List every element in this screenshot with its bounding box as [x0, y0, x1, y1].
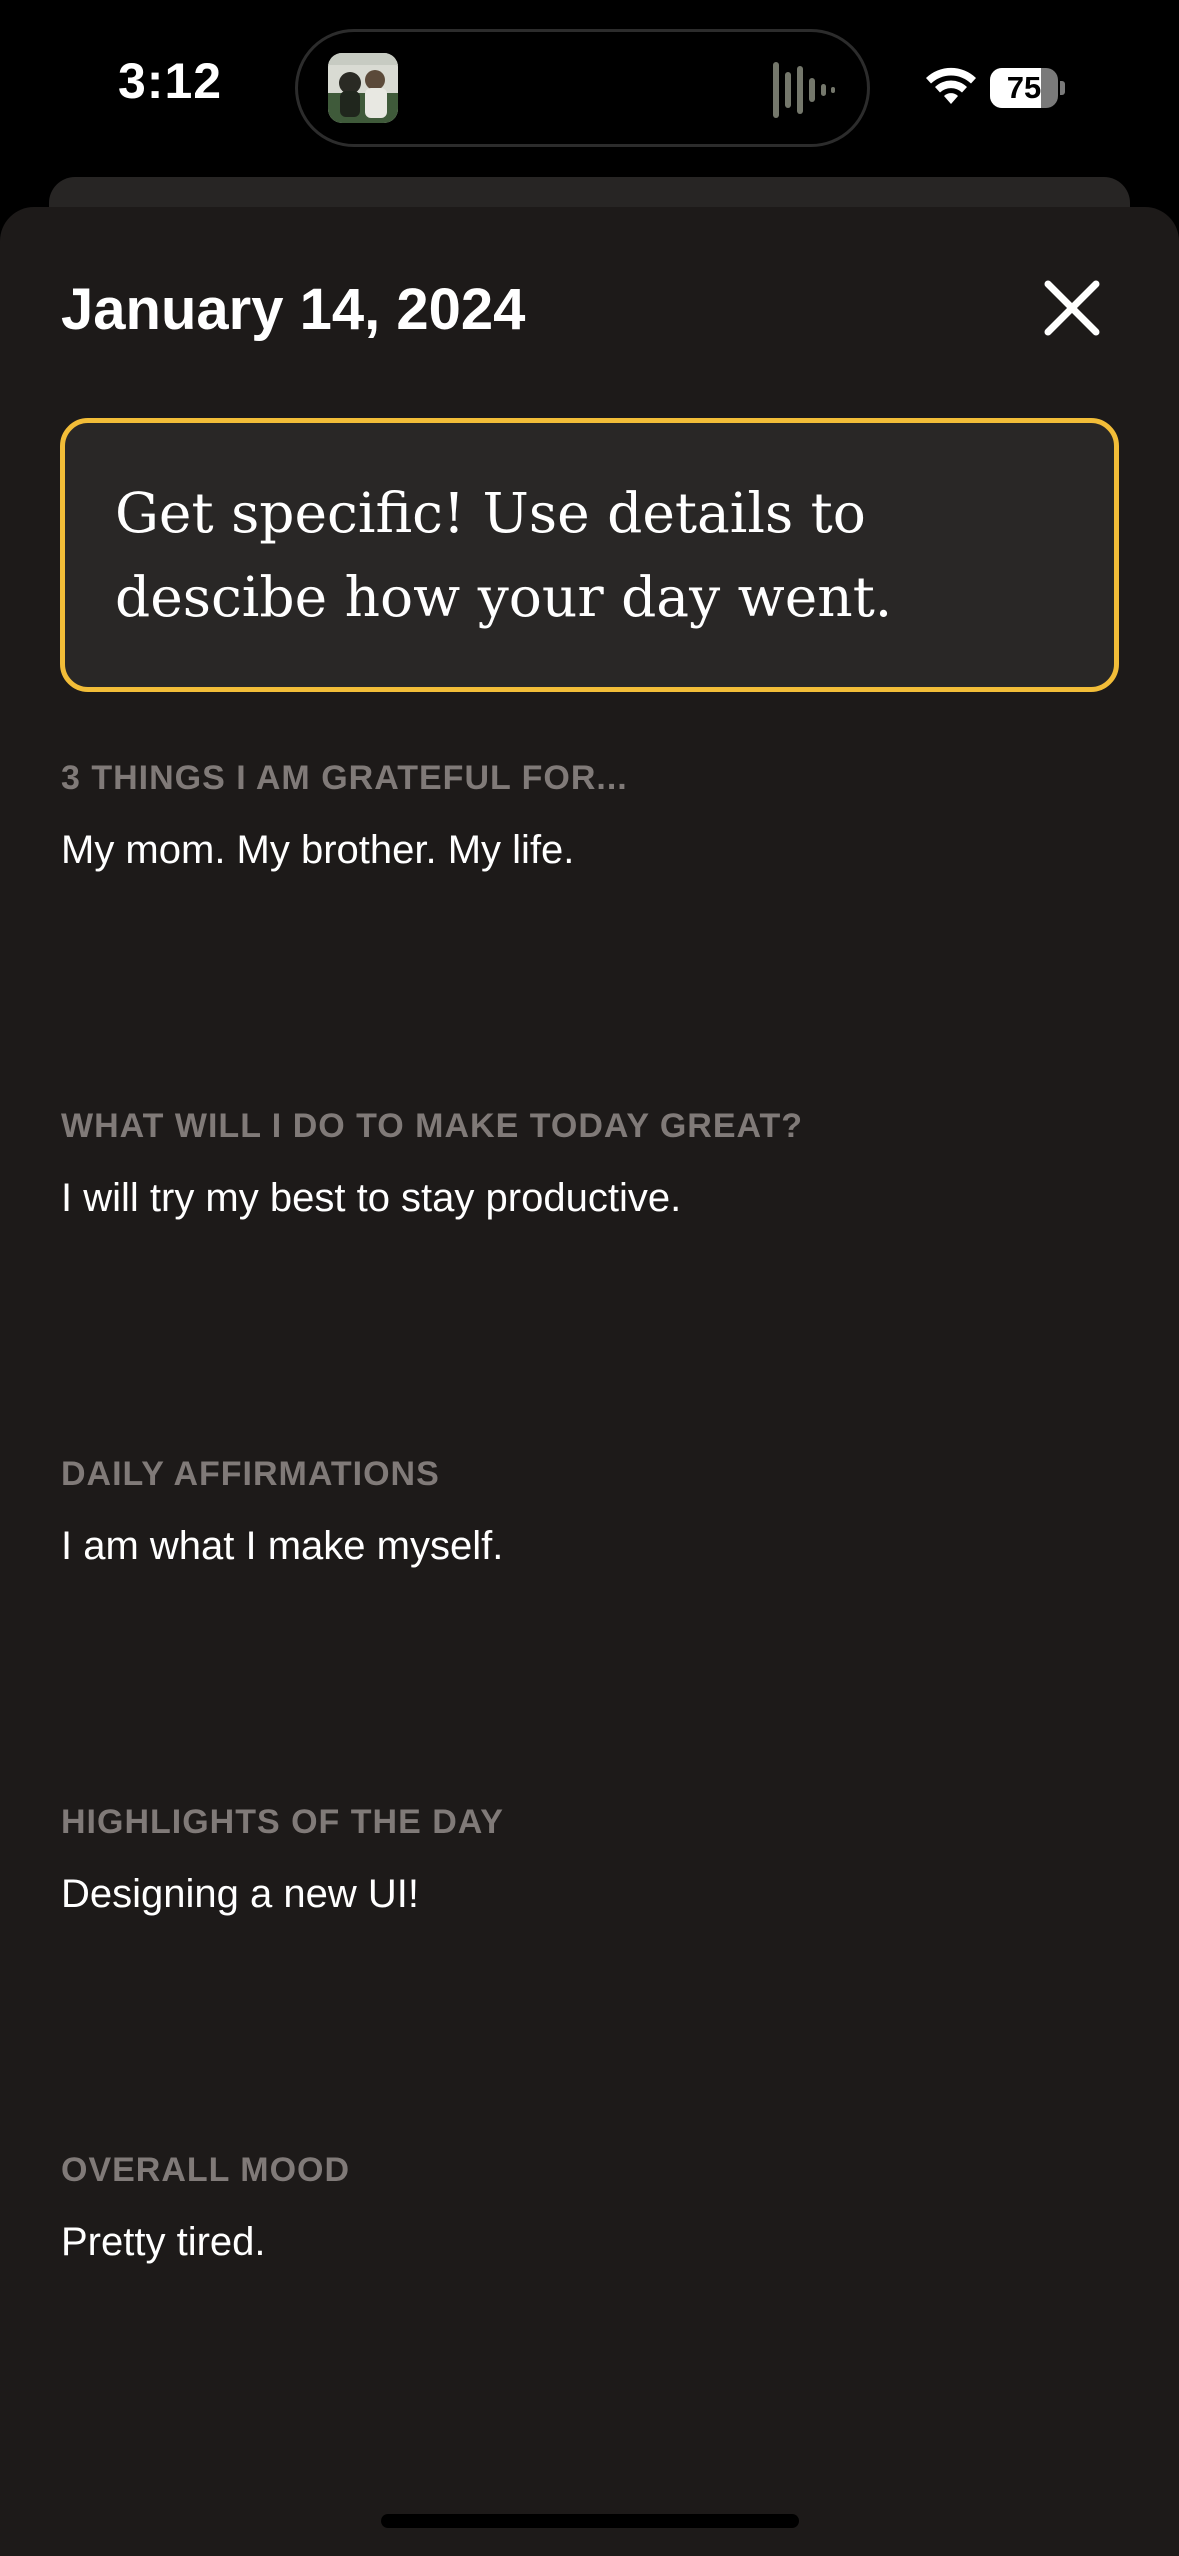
section-highlights[interactable]: HIGHLIGHTS OF THE DAY Designing a new UI… — [61, 1802, 1121, 1918]
section-answer[interactable]: My mom. My brother. My life. — [61, 826, 1121, 874]
section-answer[interactable]: Pretty tired. — [61, 2218, 1121, 2266]
section-grateful[interactable]: 3 THINGS I AM GRATEFUL FOR... My mom. My… — [61, 758, 1121, 874]
section-make-today-great[interactable]: WHAT WILL I DO TO MAKE TODAY GREAT? I wi… — [61, 1106, 1121, 1222]
battery-level: 75 — [1006, 70, 1042, 105]
section-heading: HIGHLIGHTS OF THE DAY — [61, 1803, 504, 1841]
album-art — [328, 53, 398, 123]
close-button[interactable] — [1036, 272, 1108, 344]
screen: 3:12 75 January 14, 2024 Get specific! U… — [0, 0, 1179, 2556]
prompt-card: Get specific! Use details to descibe how… — [60, 418, 1119, 692]
section-answer[interactable]: I will try my best to stay productive. — [61, 1174, 1121, 1222]
waveform-icon — [771, 60, 837, 125]
close-icon — [1044, 280, 1100, 336]
status-time: 3:12 — [118, 53, 223, 109]
battery-indicator: 75 — [990, 68, 1065, 108]
prompt-text: Get specific! Use details to descibe how… — [115, 481, 893, 629]
section-heading: 3 THINGS I AM GRATEFUL FOR... — [61, 759, 628, 797]
section-affirmations[interactable]: DAILY AFFIRMATIONS I am what I make myse… — [61, 1454, 1121, 1570]
section-heading: WHAT WILL I DO TO MAKE TODAY GREAT? — [61, 1107, 804, 1145]
section-answer[interactable]: Designing a new UI! — [61, 1870, 1121, 1918]
dynamic-island[interactable] — [295, 29, 870, 147]
section-answer[interactable]: I am what I make myself. — [61, 1522, 1121, 1570]
section-heading: DAILY AFFIRMATIONS — [61, 1455, 440, 1493]
section-overall-mood[interactable]: OVERALL MOOD Pretty tired. — [61, 2150, 1121, 2266]
wifi-icon — [925, 66, 977, 111]
home-indicator[interactable] — [381, 2514, 799, 2528]
entry-date-title: January 14, 2024 — [61, 277, 526, 342]
section-heading: OVERALL MOOD — [61, 2151, 351, 2189]
